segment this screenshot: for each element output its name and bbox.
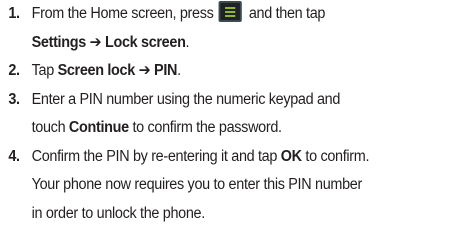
step-2-line-1: Tap Screen lock ➔ PIN. (32, 57, 443, 86)
step-text: to confirm. (301, 147, 370, 165)
step-number: 4. (8, 147, 20, 165)
step-1: 1. From the Home screen, press and then t… (0, 0, 443, 57)
step-1-line-1: From the Home screen, press and then tap (32, 0, 443, 29)
step-4-line-2: Your phone now requires you to enter thi… (31, 176, 363, 193)
step-4: 4. Confirm the PIN by re-entering it and… (0, 143, 443, 229)
step-text: From the Home screen, press (31, 5, 214, 22)
step-4-line-1: Confirm the PIN by re-entering it and ta… (32, 143, 443, 172)
ok-label: OK (280, 147, 302, 165)
step-3-line-2: touch Continue to confirm the password. (32, 114, 443, 143)
step-text: to confirm the password. (128, 119, 282, 136)
settings-path: Settings ➔ Lock screen (31, 33, 186, 51)
step-number: 2. (8, 62, 20, 79)
step-text: Confirm the PIN by re-entering it and ta… (31, 147, 281, 165)
step-text: . (177, 62, 181, 79)
step-2: 2. Tap Screen lock ➔ PIN. (0, 57, 443, 86)
screen-lock-path: Screen lock ➔ PIN (57, 62, 178, 79)
step-text: and then tap (248, 5, 326, 22)
step-number: 1. (8, 5, 20, 22)
instruction-steps: 1. From the Home screen, press and then t… (0, 0, 476, 228)
step-text: Tap (31, 62, 58, 79)
step-4-line-3: in order to unlock the phone. (31, 204, 206, 222)
step-3-line-1: Enter a PIN number using the numeric key… (31, 90, 341, 108)
continue-label: Continue (68, 119, 129, 136)
menu-icon (218, 1, 242, 23)
step-1-line-2: Settings ➔ Lock screen. (32, 29, 443, 58)
step-3: 3. Enter a PIN number using the numeric … (0, 86, 443, 143)
step-text: . (185, 33, 190, 51)
step-number: 3. (8, 90, 20, 108)
step-text: touch (31, 119, 69, 136)
